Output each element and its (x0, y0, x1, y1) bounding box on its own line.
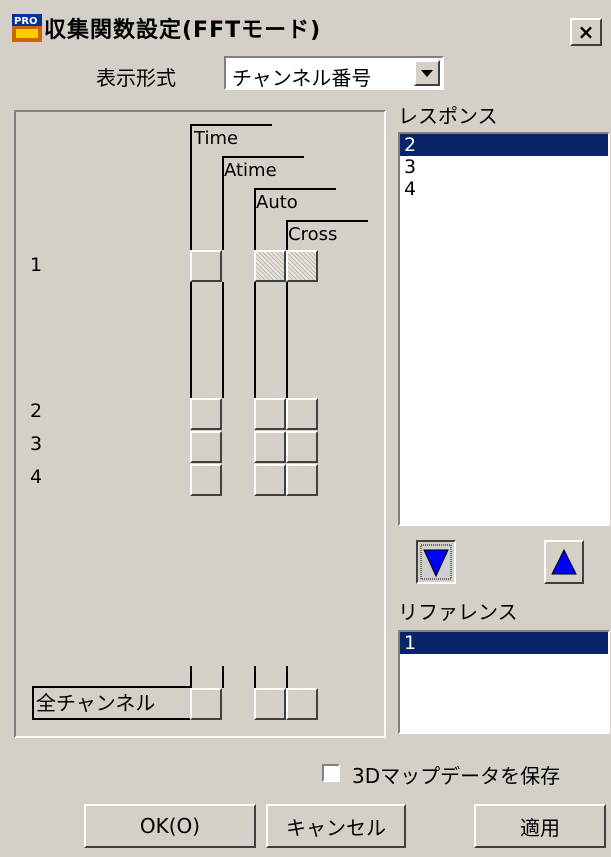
svg-text:PRO: PRO (14, 16, 38, 27)
ok-button[interactable]: OK(O) (84, 804, 256, 848)
cancel-button[interactable]: キャンセル (266, 804, 406, 848)
cancel-button-label: キャンセル (286, 815, 386, 840)
connector-line (190, 282, 192, 398)
cell-auto-2[interactable] (254, 398, 286, 430)
connector-line (254, 282, 256, 398)
apply-button-label: 適用 (520, 815, 560, 840)
column-label-atime: Atime (224, 160, 277, 181)
cell-cross-2[interactable] (286, 398, 318, 430)
apply-button[interactable]: 適用 (474, 804, 606, 848)
column-header-line (190, 124, 272, 126)
column-label-cross: Cross (288, 224, 338, 245)
cell-cross-4[interactable] (286, 464, 318, 496)
cell-auto-all[interactable] (254, 688, 286, 720)
window-title: 収集関数設定(FFTモード) (44, 18, 322, 43)
cell-time-2[interactable] (190, 398, 222, 430)
column-line (254, 188, 256, 250)
response-item[interactable]: 4 (400, 178, 608, 200)
cell-auto-3[interactable] (254, 431, 286, 463)
column-header-line (222, 156, 304, 158)
column-line (286, 220, 288, 250)
display-format-label: 表示形式 (96, 66, 176, 90)
connector-line (286, 282, 288, 398)
cell-time-1[interactable] (190, 250, 222, 282)
column-line (222, 156, 224, 250)
column-header-line (286, 220, 368, 222)
reference-label: リファレンス (398, 600, 518, 624)
cell-cross-3[interactable] (286, 431, 318, 463)
app-pro-icon: PRO (12, 14, 42, 42)
move-down-button[interactable] (416, 540, 456, 584)
display-format-value: チャンネル番号 (232, 66, 372, 90)
connector-line (190, 666, 192, 688)
all-channels-label: 全チャンネル (32, 686, 192, 720)
connector-line (254, 666, 256, 688)
cell-time-all[interactable] (190, 688, 222, 720)
chevron-down-icon[interactable] (414, 60, 440, 86)
response-listbox[interactable]: 2 3 4 (398, 132, 610, 526)
cell-time-3[interactable] (190, 431, 222, 463)
down-arrow-icon (420, 544, 452, 580)
row-label-1: 1 (30, 254, 43, 276)
row-label-2: 2 (30, 400, 43, 422)
save-3d-label: 3Dマップデータを保存 (352, 764, 561, 788)
move-up-button[interactable] (544, 540, 584, 584)
response-item[interactable]: 3 (400, 156, 608, 178)
cell-auto-4[interactable] (254, 464, 286, 496)
save-3d-checkbox[interactable] (322, 764, 340, 782)
cell-cross-all[interactable] (286, 688, 318, 720)
column-line (190, 124, 192, 250)
cell-auto-1[interactable] (254, 250, 286, 282)
up-arrow-icon (551, 548, 577, 575)
ok-button-label: OK(O) (139, 814, 201, 838)
connector-line (286, 666, 288, 688)
column-label-auto: Auto (256, 192, 298, 213)
cell-time-4[interactable] (190, 464, 222, 496)
reference-listbox[interactable]: 1 (398, 630, 610, 734)
column-label-time: Time (194, 128, 239, 149)
connector-line (222, 666, 224, 688)
reference-item[interactable]: 1 (400, 632, 608, 654)
row-label-3: 3 (30, 433, 43, 455)
row-label-4: 4 (30, 466, 43, 488)
connector-line (222, 282, 224, 398)
display-format-select[interactable]: チャンネル番号 (224, 56, 444, 90)
response-label: レスポンス (398, 104, 498, 128)
close-button[interactable]: × (570, 18, 602, 46)
column-header-line (254, 188, 336, 190)
close-icon: × (577, 20, 595, 44)
response-item[interactable]: 2 (400, 134, 608, 156)
cell-cross-1[interactable] (286, 250, 318, 282)
